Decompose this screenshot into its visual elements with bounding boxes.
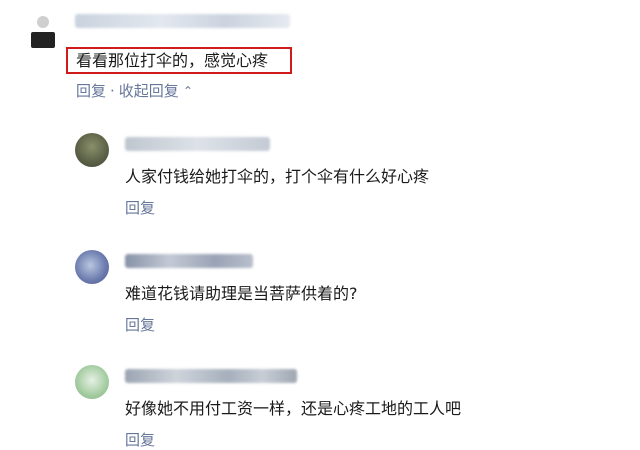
avatar[interactable] [28,14,58,52]
reply-button[interactable]: 回复 [125,429,155,450]
blurred-username [125,137,270,151]
reply-button[interactable]: 回复 [76,82,106,100]
separator: · [110,82,115,100]
avatar[interactable] [75,365,109,399]
reply-text: 好像她不用付工资一样，还是心疼工地的工人吧 [125,399,462,418]
reply-text: 人家付钱给她打伞的，打个伞有什么好心疼 [125,167,430,186]
reply-text: 难道花钱请助理是当菩萨供着的? [125,284,358,303]
avatar[interactable] [75,250,109,284]
reply-button[interactable]: 回复 [125,197,155,218]
blurred-username [125,254,253,268]
avatar-body [31,32,55,48]
collapse-replies-button[interactable]: 收起回复 ⌃ [119,82,193,100]
avatar-head [37,16,49,28]
avatar[interactable] [75,133,109,167]
blurred-username [75,14,290,28]
parent-comment-actions: 回复 · 收起回复 ⌃ [76,80,193,101]
reply-button[interactable]: 回复 [125,314,155,335]
parent-comment-text: 看看那位打伞的，感觉心疼 [66,47,292,74]
collapse-replies-label: 收起回复 [118,82,179,100]
blurred-username [125,369,297,383]
chevron-up-icon: ⌃ [182,84,193,98]
